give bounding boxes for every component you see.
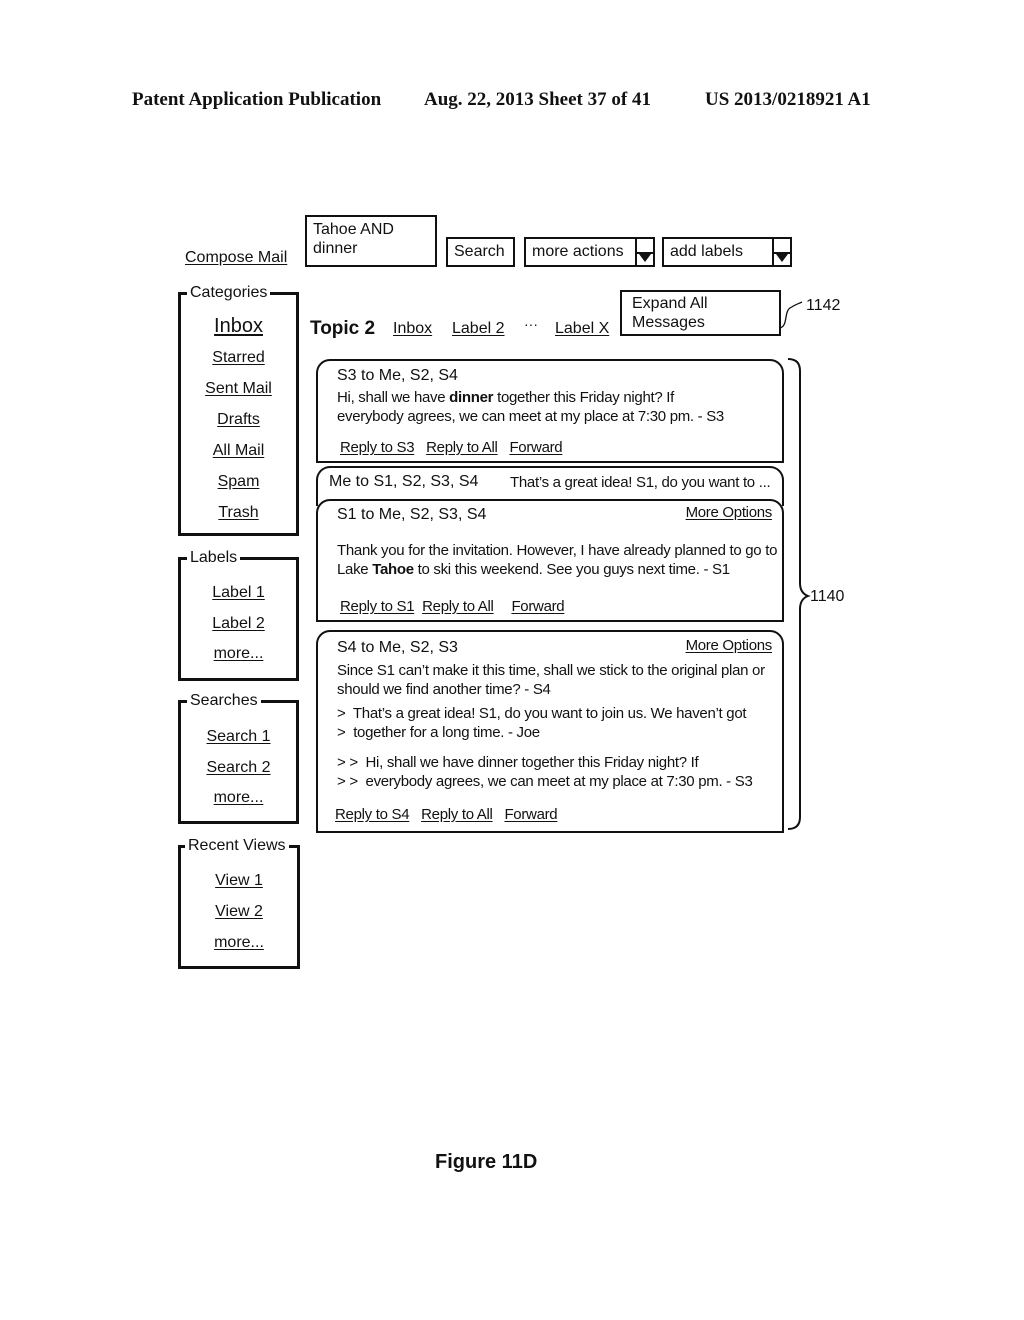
reply-to-all-link[interactable]: Reply to All xyxy=(426,439,498,456)
forward-link[interactable]: Forward xyxy=(511,598,564,615)
recent-views-title: Recent Views xyxy=(185,836,289,856)
forward-link[interactable]: Forward xyxy=(504,806,557,823)
topic-title: Topic 2 xyxy=(310,318,376,339)
body-text: Since S1 can’t make it this time, shall … xyxy=(337,662,765,679)
quote-line: > > everybody agrees, we can meet at my … xyxy=(337,773,753,790)
ref-leader-1142 xyxy=(779,301,803,329)
searches-more-link[interactable]: more... xyxy=(181,789,296,807)
label-1-link[interactable]: Label 1 xyxy=(181,584,296,602)
body-text: together this Friday night? If xyxy=(493,389,675,406)
reply-to-s1-link[interactable]: Reply to S1 xyxy=(340,598,415,615)
labels-panel: Labels Label 1 Label 2 more... xyxy=(178,548,299,681)
message-header: S1 to Me, S2, S3, S4 xyxy=(337,506,487,523)
message-actions: Reply to S4 Reply to All Forward xyxy=(335,806,565,823)
reply-to-all-link[interactable]: Reply to All xyxy=(421,806,493,823)
category-all-mail[interactable]: All Mail xyxy=(181,442,296,460)
search-button[interactable]: Search xyxy=(446,237,515,267)
body-text: to ski this weekend. See you guys next t… xyxy=(413,561,730,578)
view-2-link[interactable]: View 2 xyxy=(181,903,297,921)
ref-number-1142: 1142 xyxy=(806,297,841,314)
message-body: Hi, shall we have dinner together this F… xyxy=(337,388,724,426)
message-actions: Reply to S1 Reply to All Forward xyxy=(340,598,572,615)
message-body: Thank you for the invitation. However, I… xyxy=(337,541,777,579)
message-header: Me to S1, S2, S3, S4 xyxy=(329,473,479,490)
patent-date-sheet: Aug. 22, 2013 Sheet 37 of 41 xyxy=(424,89,651,110)
category-trash[interactable]: Trash xyxy=(181,504,296,522)
body-text: should we find another time? - S4 xyxy=(337,681,551,698)
category-drafts[interactable]: Drafts xyxy=(181,411,296,429)
labels-more-link[interactable]: more... xyxy=(181,645,296,663)
views-more-link[interactable]: more... xyxy=(181,934,297,952)
quote-line: > > Hi, shall we have dinner together th… xyxy=(337,754,699,771)
expand-all-messages-button[interactable]: Expand All Messages xyxy=(620,290,781,336)
figure-caption: Figure 11D xyxy=(435,1151,538,1173)
body-text: everybody agrees, we can meet at my plac… xyxy=(337,408,724,425)
category-sent-mail[interactable]: Sent Mail xyxy=(181,380,296,398)
categories-panel: Categories Inbox Starred Sent Mail Draft… xyxy=(178,283,299,536)
more-actions-dropdown[interactable]: more actions xyxy=(524,237,655,267)
message-s4[interactable]: S4 to Me, S2, S3 More Options Since S1 c… xyxy=(316,630,784,833)
topic-labels-ellipsis: ··· xyxy=(524,316,538,332)
body-text: Lake xyxy=(337,561,373,578)
reply-to-s4-link[interactable]: Reply to S4 xyxy=(335,806,410,823)
search-highlight: dinner xyxy=(449,389,494,406)
forward-link[interactable]: Forward xyxy=(509,439,562,456)
reply-to-s3-link[interactable]: Reply to S3 xyxy=(340,439,415,456)
search-input[interactable]: Tahoe AND dinner xyxy=(305,215,437,267)
more-actions-label: more actions xyxy=(532,243,624,260)
categories-title: Categories xyxy=(187,283,271,303)
ref-number-1140: 1140 xyxy=(810,588,845,605)
more-options-link[interactable]: More Options xyxy=(686,637,773,654)
topic-label-2[interactable]: Label 2 xyxy=(452,320,505,338)
searches-title: Searches xyxy=(187,691,261,711)
category-inbox[interactable]: Inbox xyxy=(181,315,296,338)
message-snippet: That’s a great idea! S1, do you want to … xyxy=(510,474,771,491)
dropdown-arrow-icon[interactable] xyxy=(772,239,790,265)
message-header: S4 to Me, S2, S3 xyxy=(337,639,458,656)
searches-panel: Searches Search 1 Search 2 more... xyxy=(178,691,299,824)
message-actions: Reply to S3 Reply to All Forward xyxy=(340,439,570,456)
quoted-text-level-1: > That’s a great idea! S1, do you want t… xyxy=(337,704,747,742)
patent-publication-label: Patent Application Publication xyxy=(132,89,382,110)
more-options-link[interactable]: More Options xyxy=(686,504,773,521)
add-labels-dropdown[interactable]: add labels xyxy=(662,237,792,267)
recent-views-panel: Recent Views View 1 View 2 more... xyxy=(178,836,300,969)
dropdown-arrow-icon[interactable] xyxy=(635,239,653,265)
quoted-text-level-2: > > Hi, shall we have dinner together th… xyxy=(337,753,753,791)
search-1-link[interactable]: Search 1 xyxy=(181,728,296,746)
message-s1[interactable]: S1 to Me, S2, S3, S4 More Options Thank … xyxy=(316,499,784,622)
search-2-link[interactable]: Search 2 xyxy=(181,759,296,777)
labels-title: Labels xyxy=(187,548,241,568)
quote-line: > together for a long time. - Joe xyxy=(337,724,540,741)
category-starred[interactable]: Starred xyxy=(181,349,296,367)
message-s3[interactable]: S3 to Me, S2, S4 Hi, shall we have dinne… xyxy=(316,359,784,463)
message-body: Since S1 can’t make it this time, shall … xyxy=(337,661,765,699)
category-spam[interactable]: Spam xyxy=(181,473,296,491)
reply-to-all-link[interactable]: Reply to All xyxy=(422,598,494,615)
quote-line: > That’s a great idea! S1, do you want t… xyxy=(337,705,747,722)
topic-label-x[interactable]: Label X xyxy=(555,320,609,338)
patent-number: US 2013/0218921 A1 xyxy=(705,89,871,110)
view-1-link[interactable]: View 1 xyxy=(181,872,297,890)
label-2-link[interactable]: Label 2 xyxy=(181,615,296,633)
compose-mail-link[interactable]: Compose Mail xyxy=(185,249,287,267)
topic-label-inbox[interactable]: Inbox xyxy=(393,320,432,338)
search-highlight: Tahoe xyxy=(372,561,414,578)
add-labels-label: add labels xyxy=(670,243,743,260)
body-text: Hi, shall we have xyxy=(337,389,450,406)
message-header: S3 to Me, S2, S4 xyxy=(337,367,458,384)
body-text: Thank you for the invitation. However, I… xyxy=(337,542,778,559)
